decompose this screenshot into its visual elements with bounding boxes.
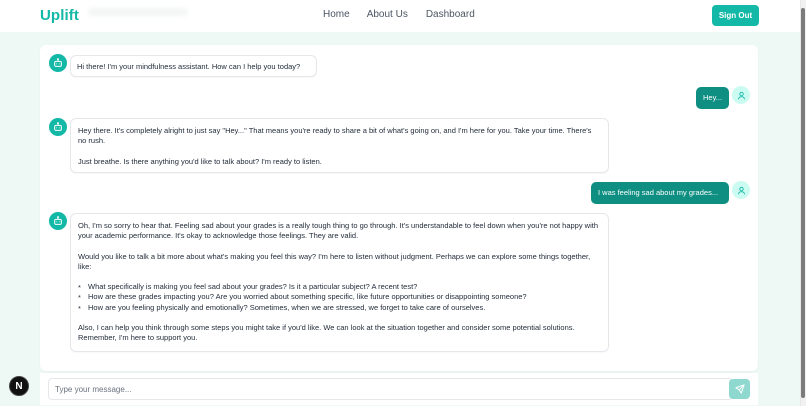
bot-icon [54, 122, 62, 131]
send-icon [734, 384, 745, 394]
user-avatar [732, 181, 750, 199]
user-icon [737, 91, 745, 99]
bot-message-text: Would you like to talk a bit more about … [78, 251, 591, 271]
bot-message-text: Hi there! I'm your mindfulness assistant… [77, 62, 301, 71]
sign-out-button[interactable]: Sign Out [712, 5, 759, 26]
bot-icon [54, 58, 62, 67]
top-nav-bar: Uplift Home About Us Dashboard Sign Out [0, 0, 800, 32]
bot-message-text: Hey there. It's completely alright to ju… [78, 126, 592, 146]
nav-dashboard-link[interactable]: Dashboard [426, 9, 475, 20]
bot-avatar [49, 212, 67, 230]
scrollbar-thumb[interactable] [801, 8, 805, 398]
list-item: How are these grades impacting you? Are … [78, 292, 601, 304]
user-icon [737, 186, 745, 194]
message-input[interactable] [48, 378, 733, 400]
dev-tools-badge[interactable]: N [9, 376, 29, 396]
app-logo[interactable]: Uplift [40, 7, 79, 24]
chat-panel: Hi there! I'm your mindfulness assistant… [40, 45, 758, 371]
bot-message-text: Also, I can help you think through some … [78, 323, 575, 343]
user-message-text: I was feeling sad about my grades... [598, 188, 719, 197]
nav-about-link[interactable]: About Us [367, 9, 408, 20]
user-message: Hey... [696, 87, 729, 109]
user-message-text: Hey... [703, 93, 723, 102]
bot-message: Hi there! I'm your mindfulness assistant… [70, 55, 317, 77]
nav-home-link[interactable]: Home [323, 9, 350, 20]
message-composer [40, 373, 758, 405]
bot-message: Hey there. It's completely alright to ju… [70, 118, 609, 173]
bot-avatar [49, 118, 67, 136]
bot-icon [54, 216, 62, 225]
user-message: I was feeling sad about my grades... [591, 182, 729, 204]
bot-message-text: Oh, I'm so sorry to hear that. Feeling s… [78, 221, 599, 241]
send-button[interactable] [729, 379, 750, 399]
bot-message-text: Just breathe. Is there anything you'd li… [78, 156, 322, 166]
list-item: What specifically is making you feel sad… [78, 282, 601, 294]
list-item: How are you feeling physically and emoti… [78, 303, 601, 315]
blurred-overlay [88, 8, 188, 16]
suggestion-list: What specifically is making you feel sad… [78, 282, 601, 315]
bot-message: Oh, I'm so sorry to hear that. Feeling s… [70, 213, 609, 352]
user-avatar [732, 86, 750, 104]
bot-avatar [49, 54, 67, 72]
main-nav: Home About Us Dashboard [323, 9, 475, 20]
